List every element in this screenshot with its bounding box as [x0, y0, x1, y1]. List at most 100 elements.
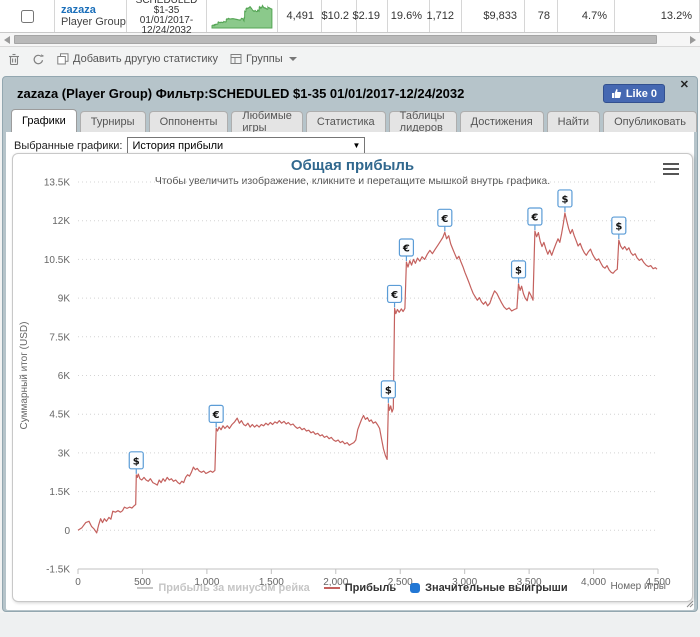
stat-cell: $2.19 [352, 0, 388, 32]
sparkline-cell [207, 0, 278, 32]
thumbs-up-icon [611, 89, 621, 98]
svg-text:10.5K: 10.5K [44, 255, 70, 266]
legend-line-icon [137, 587, 154, 589]
filter-cell: SCHEDULED $1-35 01/01/2017-12/24/2032 [127, 0, 207, 36]
panel-header: zazaza (Player Group) Фильтр:SCHEDULED $… [3, 77, 697, 109]
tab-3[interactable]: Любимые игры [231, 110, 303, 134]
svg-text:9K: 9K [58, 294, 71, 305]
svg-text:$: $ [561, 194, 568, 205]
tab-4[interactable]: Статистика [305, 111, 386, 132]
tab-6[interactable]: Достижения [459, 111, 544, 132]
chart-legend: Прибыль за минусом рейка Прибыль Значитель… [13, 582, 692, 594]
scroll-left-arrow-icon[interactable] [4, 36, 10, 44]
chevron-down-icon [288, 57, 297, 61]
legend-label: Прибыль за минусом рейка [158, 582, 310, 594]
svg-text:€: € [402, 243, 410, 254]
player-name-link[interactable]: zazaza [61, 4, 96, 16]
graph-select-row: Выбранные графики: История прибыли ▼ [14, 137, 366, 154]
page-background [0, 613, 700, 637]
win-marker: $ [611, 216, 627, 240]
add-statistic-label: Добавить другую статистику [73, 53, 218, 65]
svg-text:$: $ [515, 265, 522, 276]
svg-text:3K: 3K [58, 448, 71, 459]
stat-values: 4,491 $10.2 $2.19 19.6% 1,712 $9,833 78 4.7% 13.… [278, 0, 700, 32]
scroll-right-arrow-icon[interactable] [690, 36, 696, 44]
svg-text:$: $ [133, 456, 140, 467]
groups-icon [230, 54, 242, 64]
horizontal-scrollbar[interactable] [0, 33, 700, 47]
graph-type-select[interactable]: История прибыли ▼ [127, 137, 366, 154]
tab-1[interactable]: Турниры [79, 111, 146, 132]
win-marker: € [386, 284, 403, 308]
win-marker: € [398, 238, 415, 261]
profit-chart-svg[interactable]: -1.5K01.5K3K4.5K6K7.5K9K10.5K12K13.5K0 50… [13, 154, 692, 601]
scrollbar-thumb[interactable] [14, 35, 657, 44]
refresh-icon [33, 53, 45, 64]
legend-label: Прибыль [344, 582, 397, 594]
player-name-cell: zazaza Player Group [55, 0, 127, 32]
selected-graphs-label: Выбранные графики: [14, 139, 123, 152]
add-statistic-button[interactable]: Добавить другую статистику [57, 53, 218, 65]
player-type-label: Player Group [61, 16, 126, 28]
win-marker: $ [128, 451, 144, 474]
copy-plus-icon [57, 53, 69, 65]
legend-label: Значительные выигрыши [425, 582, 568, 594]
stat-cell: 4,491 [278, 0, 322, 32]
panel-content: Выбранные графики: История прибыли ▼ Общ… [6, 132, 694, 610]
svg-text:€: € [530, 213, 538, 224]
win-marker: $ [557, 189, 573, 212]
svg-text:$: $ [385, 385, 392, 396]
legend-item-rake[interactable]: Прибыль за минусом рейка [137, 582, 310, 594]
tab-2[interactable]: Оппоненты [148, 111, 229, 132]
facebook-like-button[interactable]: Like 0 [602, 84, 665, 103]
stat-cell: $9,833 [462, 0, 525, 32]
svg-text:13.5K: 13.5K [44, 178, 70, 189]
graph-select-value: История прибыли [132, 139, 224, 152]
svg-text:€: € [212, 410, 220, 421]
svg-text:Суммарный итог (USD): Суммарный итог (USD) [19, 322, 30, 430]
stat-cell: 4.7% [558, 0, 615, 32]
row-checkbox[interactable] [20, 9, 34, 23]
win-marker: $ [510, 260, 527, 283]
player-panel: zazaza (Player Group) Фильтр:SCHEDULED $… [2, 76, 698, 612]
tab-0[interactable]: Графики [11, 109, 77, 132]
svg-text:0: 0 [64, 526, 70, 537]
resize-grip-icon[interactable] [685, 599, 694, 608]
svg-text:12K: 12K [52, 216, 70, 227]
row-checkbox-cell [0, 0, 55, 32]
profit-chart: Общая прибыль Чтобы увеличить изображени… [12, 153, 693, 602]
groups-label: Группы [246, 53, 283, 65]
svg-text:6K: 6K [58, 371, 71, 382]
svg-text:-1.5K: -1.5K [46, 565, 70, 576]
tab-7[interactable]: Найти [546, 111, 601, 132]
svg-text:4.5K: 4.5K [49, 410, 70, 421]
tab-8[interactable]: Опубликовать [603, 111, 697, 132]
refresh-button[interactable] [32, 53, 45, 66]
stat-cell: 13.2% [615, 0, 700, 32]
groups-dropdown-button[interactable]: Группы [230, 53, 297, 65]
stats-table-row: zazaza Player Group SCHEDULED $1-35 01/0… [0, 0, 700, 36]
profit-sparkline [211, 4, 273, 29]
tab-bar: Графики Турниры Оппоненты Любимые игры Стати… [3, 109, 697, 134]
toolbar: Добавить другую статистику Группы [0, 48, 700, 70]
svg-text:7.5K: 7.5K [49, 332, 70, 343]
trash-icon [9, 53, 19, 65]
stat-cell: 19.6% [388, 0, 430, 32]
legend-line-icon [323, 587, 340, 589]
win-marker: € [527, 207, 543, 231]
svg-text:€: € [390, 290, 398, 301]
legend-item-profit[interactable]: Прибыль [323, 582, 397, 594]
tab-5[interactable]: Таблицы лидеров [388, 110, 457, 134]
win-marker: € [208, 404, 224, 428]
legend-square-icon [410, 583, 421, 593]
stat-cell: 1,712 [426, 0, 462, 32]
panel-title: zazaza (Player Group) Фильтр:SCHEDULED $… [17, 85, 465, 101]
select-arrow-icon: ▼ [352, 141, 361, 150]
svg-text:$: $ [615, 222, 622, 233]
stat-cell: 78 [525, 0, 558, 32]
like-label: Like 0 [625, 87, 657, 100]
delete-button[interactable] [8, 53, 20, 66]
legend-item-wins[interactable]: Значительные выигрыши [410, 582, 568, 594]
close-icon[interactable]: ✕ [680, 78, 689, 91]
svg-text:1.5K: 1.5K [49, 487, 70, 498]
